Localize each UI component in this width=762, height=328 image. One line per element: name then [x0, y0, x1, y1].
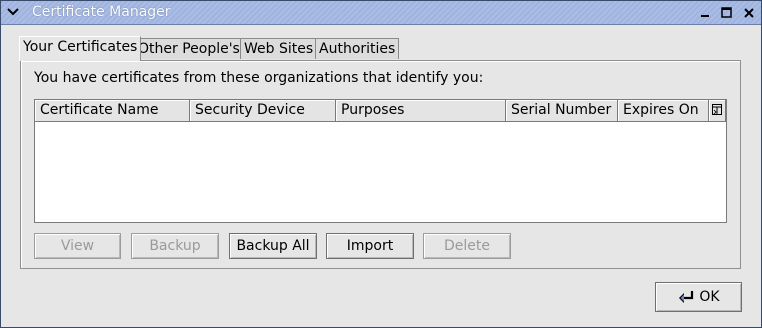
maximize-icon[interactable] [717, 3, 736, 22]
tab-other-peoples[interactable]: Other People's [134, 38, 244, 59]
column-picker-icon[interactable] [709, 100, 726, 122]
delete-button[interactable]: Delete [423, 233, 511, 259]
column-header-security-device[interactable]: Security Device [190, 100, 336, 122]
enter-arrow-icon [677, 290, 695, 304]
view-button[interactable]: View [34, 233, 121, 259]
chevron-down-icon[interactable] [4, 3, 22, 21]
table-header: Certificate Name Security Device Purpose… [35, 100, 726, 122]
certificate-manager-window: Certificate Manager Your Certificates Ot… [0, 0, 762, 328]
intro-text: You have certificates from these organiz… [34, 70, 484, 86]
column-header-certificate-name[interactable]: Certificate Name [35, 100, 190, 122]
your-certificates-panel: You have certificates from these organiz… [20, 60, 741, 269]
certificates-table[interactable]: Certificate Name Security Device Purpose… [34, 99, 727, 223]
ok-button[interactable]: OK [655, 282, 742, 312]
backup-button[interactable]: Backup [131, 233, 219, 259]
tab-your-certificates[interactable]: Your Certificates [19, 36, 142, 61]
column-header-purposes[interactable]: Purposes [336, 100, 506, 122]
tab-web-sites[interactable]: Web Sites [240, 38, 318, 59]
ok-label: OK [699, 289, 720, 305]
backup-all-button[interactable]: Backup All [229, 233, 317, 259]
import-button[interactable]: Import [326, 233, 414, 259]
title-bar[interactable]: Certificate Manager [1, 1, 761, 25]
window-title: Certificate Manager [32, 4, 171, 20]
tab-authorities[interactable]: Authorities [315, 38, 400, 59]
column-header-expires-on[interactable]: Expires On [618, 100, 709, 122]
table-body[interactable] [35, 122, 726, 222]
close-icon[interactable] [739, 3, 758, 22]
minimize-icon[interactable] [695, 3, 714, 22]
column-header-serial-number[interactable]: Serial Number [506, 100, 618, 122]
